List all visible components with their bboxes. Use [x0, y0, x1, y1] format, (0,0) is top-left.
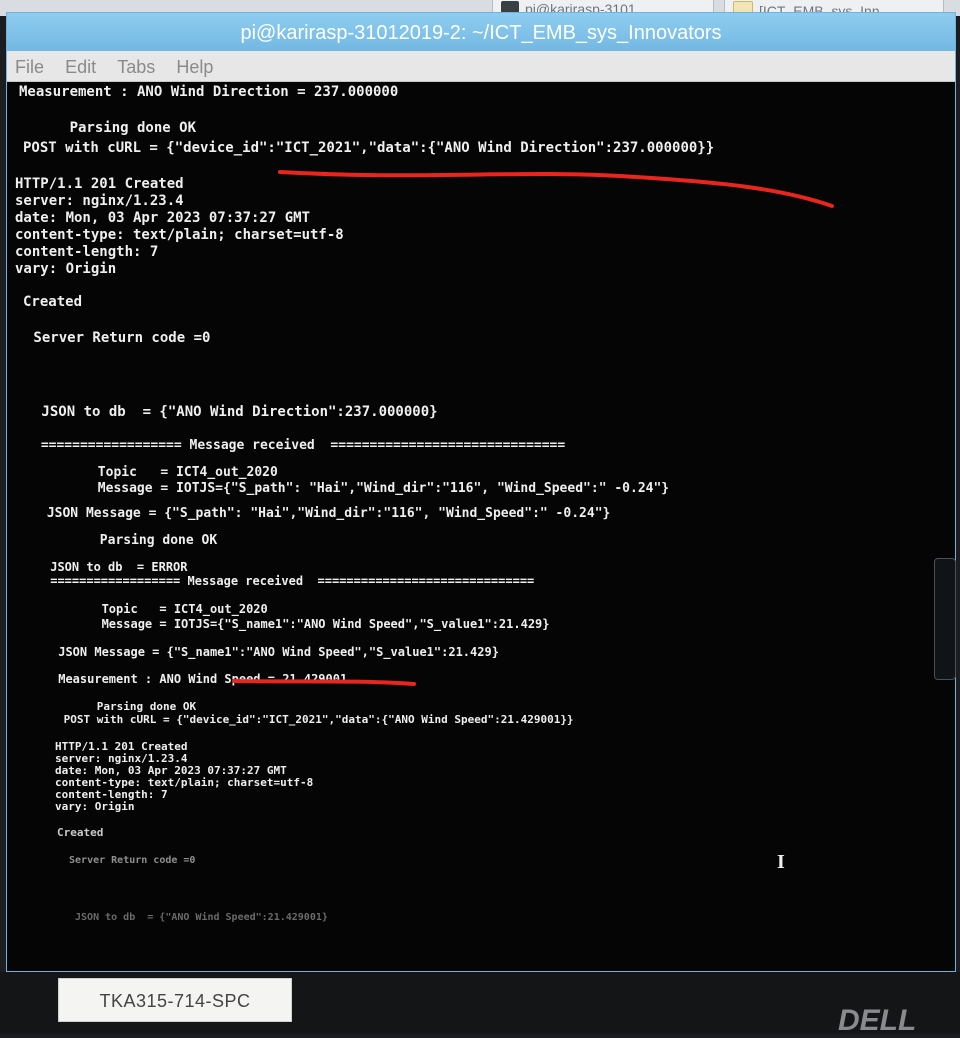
terminal-line: ================== Message received ====…: [33, 438, 566, 453]
terminal-line: Created: [23, 294, 83, 310]
text-cursor-icon: I: [777, 851, 785, 873]
side-panel-scrollbar[interactable]: [934, 558, 956, 680]
menu-bar: File Edit Tabs Help: [7, 51, 955, 82]
menu-help[interactable]: Help: [176, 51, 213, 83]
terminal-line: vary: Origin: [15, 261, 117, 277]
monitor-brand-logo: DELL: [838, 1004, 917, 1037]
asset-tag-label: TKA315-714-SPC: [58, 978, 292, 1022]
terminal-line: server: nginx/1.23.4: [15, 193, 184, 209]
terminal-line: Topic = ICT4_out_2020: [43, 465, 278, 480]
window-title[interactable]: pi@karirasp-31012019-2: ~/ICT_EMB_sys_In…: [7, 13, 955, 51]
terminal-line: Message = IOTJS={"S_name1":"ANO Wind Spe…: [51, 617, 550, 631]
terminal-line: content-length: 7: [15, 244, 159, 260]
terminal-output[interactable]: Measurement : ANO Wind Direction = 237.0…: [7, 82, 955, 971]
terminal-line: date: Mon, 03 Apr 2023 07:37:27 GMT: [15, 210, 311, 226]
terminal-line: vary: Origin: [55, 800, 135, 813]
menu-file[interactable]: File: [15, 51, 44, 83]
terminal-line: ================== Message received ====…: [43, 574, 535, 588]
terminal-line: Topic = ICT4_out_2020: [51, 602, 268, 616]
terminal-line: Created: [57, 826, 104, 839]
terminal-line: Server Return code =0: [25, 330, 211, 346]
terminal-line: POST with cURL = {"device_id":"ICT_2021"…: [57, 713, 574, 726]
terminal-line: JSON Message = {"S_path": "Hai","Wind_di…: [39, 506, 611, 521]
terminal-line: JSON to db = {"ANO Wind Speed":21.429001…: [69, 912, 328, 923]
terminal-line: content-type: text/plain; charset=utf-8: [15, 227, 344, 243]
terminal-line: JSON to db = ERROR: [43, 560, 188, 574]
terminal-line: JSON Message = {"S_name1":"ANO Wind Spee…: [51, 645, 499, 659]
terminal-line: Parsing done OK: [19, 120, 197, 136]
menu-edit[interactable]: Edit: [65, 51, 96, 83]
terminal-line: JSON to db = {"ANO Wind Direction":237.0…: [33, 404, 438, 420]
menu-tabs[interactable]: Tabs: [117, 51, 155, 83]
terminal-window: pi@karirasp-31012019-2: ~/ICT_EMB_sys_In…: [6, 12, 956, 972]
terminal-line: Parsing done OK: [45, 533, 218, 548]
terminal-line: Parsing done OK: [57, 700, 197, 713]
terminal-line: Measurement : ANO Wind Speed = 21.429001: [51, 672, 348, 686]
terminal-line: Measurement : ANO Wind Direction = 237.0…: [19, 84, 399, 100]
terminal-line: POST with cURL = {"device_id":"ICT_2021"…: [23, 140, 715, 156]
terminal-line: HTTP/1.1 201 Created: [15, 176, 184, 192]
terminal-line: Server Return code =0: [63, 855, 196, 866]
terminal-line: Message = IOTJS={"S_path": "Hai","Wind_d…: [43, 481, 670, 496]
